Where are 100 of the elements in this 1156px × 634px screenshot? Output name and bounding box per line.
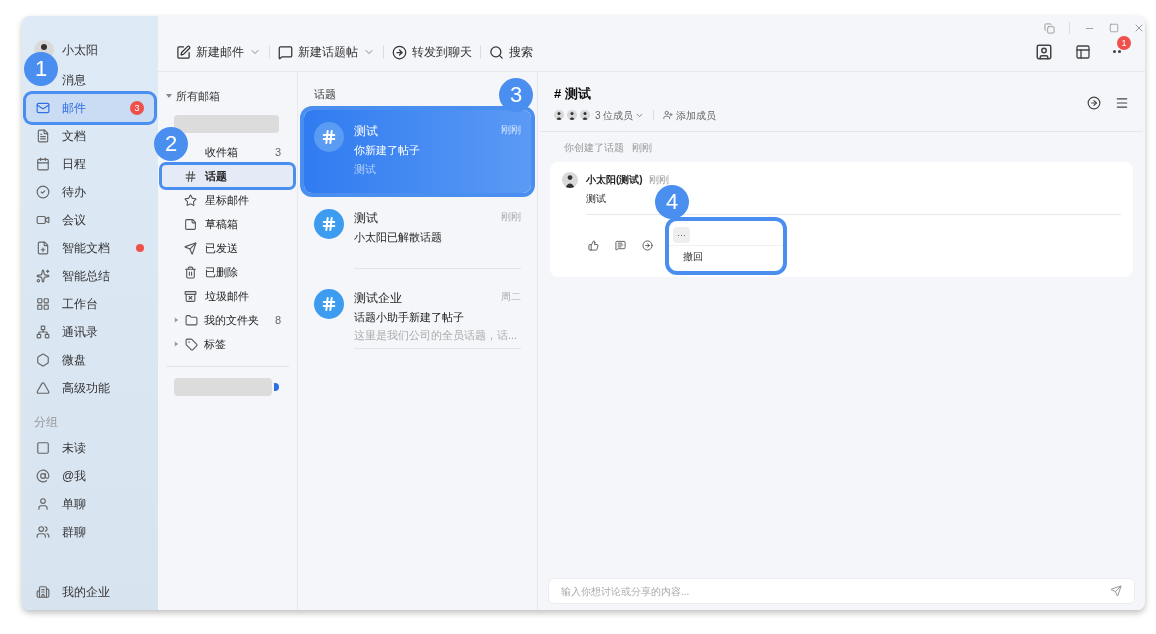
topic-header: 话题 — [313, 87, 337, 102]
hash-symbol: # — [554, 85, 562, 103]
nav-item[interactable]: 消息 — [62, 71, 86, 89]
trash-icon — [184, 265, 197, 279]
hash-avatar-icon — [314, 209, 344, 239]
people-icon — [36, 525, 50, 539]
comment-icon[interactable] — [615, 240, 626, 251]
note-time: 刚刚 — [632, 141, 652, 155]
step-number: 4 — [655, 184, 689, 219]
nav-item[interactable]: 文档 — [26, 122, 154, 150]
speech-bubble-icon — [278, 44, 293, 60]
mailbox-header: 所有邮箱 — [176, 88, 220, 104]
post-time: 刚刚 — [648, 172, 669, 187]
person-icon — [36, 497, 50, 511]
group-item[interactable]: 群聊 — [26, 518, 154, 546]
folder-item[interactable]: 已发送 — [162, 237, 293, 259]
folder-item[interactable]: 已删除 — [162, 261, 293, 283]
members-button[interactable]: 3 位成员 — [595, 107, 645, 123]
step-number: 3 — [499, 78, 533, 112]
folder-item[interactable]: 收件箱 — [205, 143, 267, 161]
nav-item[interactable]: 智能文档 — [26, 234, 154, 262]
post-body: 测试 — [586, 191, 606, 206]
step-number: 2 — [154, 127, 188, 161]
nav-item[interactable]: 高级功能 — [26, 374, 154, 402]
folder-item[interactable]: 草稿箱 — [162, 213, 293, 235]
star-icon — [184, 193, 197, 207]
avatar — [580, 110, 590, 120]
search-icon — [489, 44, 504, 60]
sparkle-icon — [36, 269, 50, 283]
contact-icon[interactable] — [1035, 43, 1053, 61]
nav-item[interactable]: 日程 — [26, 150, 154, 178]
more-icon[interactable] — [1113, 50, 1123, 54]
org-chart-icon — [36, 325, 50, 339]
count-badge: 3 — [130, 101, 144, 115]
forward-icon — [392, 44, 407, 60]
at-icon — [36, 469, 50, 483]
group-item[interactable]: 未读 — [26, 434, 154, 462]
message-input[interactable]: 输入你想讨论或分享的内容... — [548, 578, 1135, 604]
collapsed-triangle-icon — [174, 341, 179, 347]
folder-group[interactable]: 我的文件夹 8 — [160, 308, 295, 332]
folder-count: 3 — [274, 144, 281, 160]
document-icon — [36, 129, 50, 143]
folder-item[interactable]: 话题 — [162, 165, 293, 187]
topic-item[interactable]: 测试 刚刚 小太阳已解散话题 — [304, 199, 531, 279]
send-icon[interactable] — [1110, 585, 1122, 597]
grid-icon — [36, 297, 50, 311]
send-icon — [184, 241, 197, 255]
triangle-icon — [36, 381, 50, 395]
author-name: 小太阳(测试) — [586, 172, 643, 187]
tag-icon — [185, 337, 198, 351]
nav-item[interactable]: 会议 — [26, 206, 154, 234]
hash-icon — [184, 169, 197, 183]
junk-icon — [184, 289, 197, 303]
toolbar-button[interactable]: 新建话题帖 — [276, 43, 377, 61]
thumbs-up-icon[interactable] — [588, 240, 599, 251]
forward-icon[interactable] — [642, 240, 653, 251]
notification-badge: 1 — [1117, 36, 1131, 50]
toolbar-button[interactable]: 转发到聊天 — [390, 43, 474, 61]
topic-title: 测试 — [565, 85, 592, 103]
file-plus-icon — [36, 241, 50, 255]
video-icon — [36, 213, 50, 227]
nav-item[interactable]: 通讯录 — [26, 318, 154, 346]
mail-icon — [36, 101, 50, 115]
building-icon — [36, 585, 50, 599]
compose-icon — [176, 44, 191, 60]
folder-item[interactable]: 星标邮件 — [162, 189, 293, 211]
system-note: 你创建了话题 — [564, 141, 624, 155]
toolbar-button[interactable]: 新建邮件 — [174, 43, 263, 61]
check-icon — [36, 185, 50, 199]
nav-item[interactable]: 智能总结 — [26, 262, 154, 290]
toolbar-button[interactable]: 搜索 — [487, 43, 535, 61]
nav-item[interactable]: 工作台 — [26, 290, 154, 318]
add-member-button[interactable]: 添加成员 — [663, 107, 717, 123]
square-icon — [36, 441, 50, 455]
message-input-field[interactable]: 输入你想讨论或分享的内容... — [561, 583, 1110, 599]
close-icon[interactable] — [1133, 22, 1145, 34]
add-person-icon — [663, 110, 674, 120]
expanded-triangle-icon[interactable] — [166, 93, 172, 99]
enterprise-item[interactable]: 我的企业 — [22, 574, 158, 610]
forward-icon[interactable] — [1087, 96, 1101, 111]
nav-item[interactable]: 待办 — [26, 178, 154, 206]
folder-item[interactable]: 垃圾邮件 — [162, 285, 293, 307]
folder-icon — [185, 313, 198, 327]
menu-item[interactable]: 撤回 — [669, 244, 783, 267]
group-item[interactable]: 单聊 — [26, 490, 154, 518]
calendar-icon — [36, 157, 50, 171]
nav-item[interactable]: 邮件 3 — [26, 94, 154, 122]
avatar — [554, 110, 564, 120]
folder-group[interactable]: 标签 — [160, 332, 295, 356]
hash-avatar-icon — [314, 288, 344, 319]
hash-avatar-icon — [314, 122, 344, 152]
group-item[interactable]: @我 — [26, 462, 154, 490]
hexagon-icon — [36, 353, 50, 367]
layout-icon[interactable] — [1075, 44, 1091, 60]
step-number: 1 — [24, 52, 58, 86]
menu-icon[interactable] — [1115, 96, 1129, 111]
nav-item[interactable]: 微盘 — [26, 346, 154, 374]
avatar — [562, 171, 578, 188]
more-button[interactable]: ··· — [673, 227, 690, 244]
user-name: 小太阳 — [62, 42, 98, 59]
